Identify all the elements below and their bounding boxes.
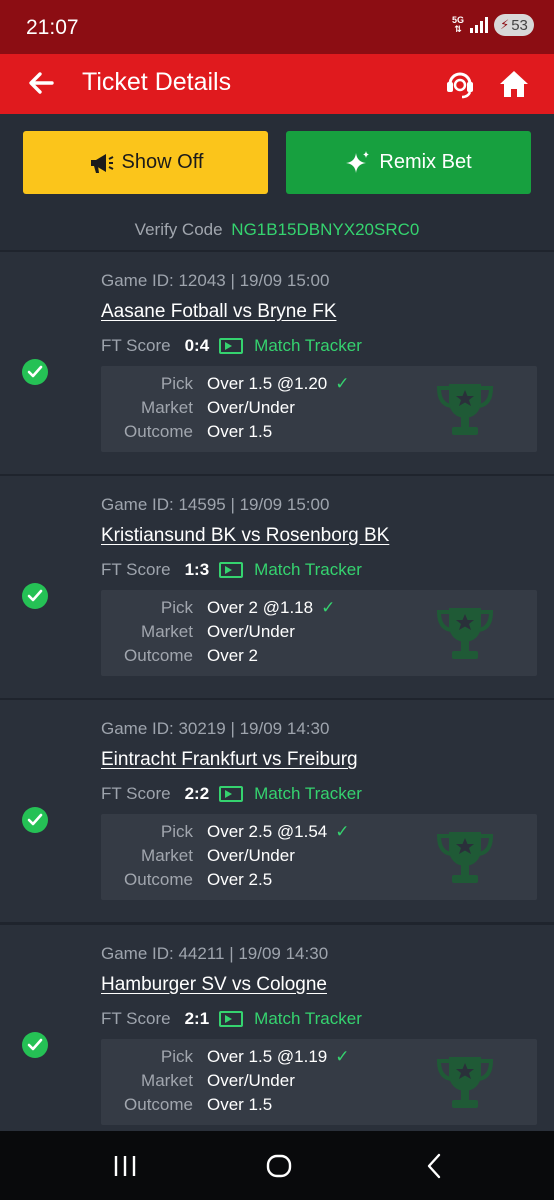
system-nav-bar [0,1131,554,1200]
outcome-label: Outcome [124,1095,193,1114]
recent-apps-icon[interactable] [110,1151,140,1181]
status-bar: 21:07 5G ⇅ ⚡ 53 [0,0,554,54]
market-label: Market [141,398,193,417]
ft-score-value: 2:2 [184,784,210,803]
outcome-value: Over 1.5 [207,422,273,441]
ft-score-value: 0:4 [184,336,210,355]
market-label: Market [141,846,193,865]
match-tracker-icon[interactable] [219,338,244,354]
match-tracker-icon[interactable] [219,562,244,578]
game-card: Game ID: 44211 | 19/09 14:30 Hamburger S… [0,925,554,1131]
score-row: FT Score 2:1 Match Tracker [101,1009,362,1029]
match-tracker-icon[interactable] [219,786,244,802]
match-tracker-link[interactable]: Match Tracker [254,336,362,356]
score-row: FT Score 1:3 Match Tracker [101,560,362,580]
outcome-label: Outcome [124,646,193,665]
match-tracker-link[interactable]: Match Tracker [254,560,362,580]
remix-bet-label: Remix Bet [379,151,472,173]
game-card: Game ID: 30219 | 19/09 14:30 Eintracht F… [0,700,554,922]
trophy-icon [436,1057,494,1108]
match-link[interactable]: Kristiansund BK vs Rosenborg BK [101,525,389,547]
pick-check-icon: ✓ [321,598,336,617]
match-tracker-icon[interactable] [219,1011,244,1027]
app-bar: Ticket Details [0,54,554,114]
market-value: Over/Under [207,622,295,641]
won-check-icon [22,359,48,385]
won-check-icon [22,583,48,609]
game-meta: Game ID: 44211 | 19/09 14:30 [101,944,329,963]
market-label: Market [141,1071,193,1090]
outcome-value: Over 2.5 [207,870,273,889]
status-time: 21:07 [26,16,79,39]
pick-value: Over 2 @1.18 [207,598,314,617]
verify-code-label: Verify Code [134,220,223,239]
ft-score-label: FT Score [101,560,171,579]
ft-score-label: FT Score [101,1009,171,1028]
pick-label: Pick [160,598,193,617]
sparkle-icon [346,150,370,173]
show-off-label: Show Off [121,151,204,173]
show-off-button[interactable]: Show Off [23,131,268,194]
won-check-icon [22,807,48,833]
pick-details: Pick Over 2.5 @1.54 ✓ Market Over/Under Out… [101,814,537,900]
match-link[interactable]: Aasane Fotball vs Bryne FK [101,301,337,323]
status-icons: 5G ⇅ ⚡ 53 [452,14,534,36]
pick-value: Over 1.5 @1.20 [207,374,328,393]
remix-bet-button[interactable]: Remix Bet [286,131,531,194]
match-link[interactable]: Eintracht Frankfurt vs Freiburg [101,749,358,771]
network-icon: 5G ⇅ [451,15,464,34]
outcome-label: Outcome [124,422,193,441]
verify-code-value[interactable]: NG1B15DBNYX20SRC0 [231,220,419,239]
pick-label: Pick [160,822,193,841]
score-row: FT Score 0:4 Match Tracker [101,336,362,356]
trophy-icon [436,608,494,659]
game-card: Game ID: 14595 | 19/09 15:00 Kristiansun… [0,476,554,698]
customer-support-icon[interactable] [442,66,478,102]
battery-icon: ⚡ 53 [494,14,534,36]
back-arrow-icon[interactable] [26,68,56,98]
market-value: Over/Under [207,398,295,417]
battery-level: 53 [511,16,528,34]
pick-check-icon: ✓ [335,374,350,393]
ft-score-value: 2:1 [184,1009,210,1028]
page-title: Ticket Details [82,68,232,96]
pick-details: Pick Over 2 @1.18 ✓ Market Over/Under Outco… [101,590,537,676]
pick-label: Pick [160,1047,193,1066]
match-tracker-link[interactable]: Match Tracker [254,784,362,804]
pick-details: Pick Over 1.5 @1.20 ✓ Market Over/Under Out… [101,366,537,452]
outcome-value: Over 1.5 [207,1095,273,1114]
pick-value: Over 2.5 @1.54 [207,822,328,841]
pick-label: Pick [160,374,193,393]
ft-score-label: FT Score [101,784,171,803]
home-nav-icon[interactable] [264,1151,294,1181]
game-card: Game ID: 12043 | 19/09 15:00 Aasane Fotb… [0,252,554,474]
ft-score-label: FT Score [101,336,171,355]
outcome-value: Over 2 [207,646,259,665]
game-meta: Game ID: 30219 | 19/09 14:30 [101,719,330,738]
outcome-label: Outcome [124,870,193,889]
game-meta: Game ID: 12043 | 19/09 15:00 [101,271,330,290]
market-label: Market [141,622,193,641]
megaphone-icon [90,153,113,173]
won-check-icon [22,1032,48,1058]
market-value: Over/Under [207,1071,295,1090]
score-row: FT Score 2:2 Match Tracker [101,784,362,804]
pick-check-icon: ✓ [335,822,350,841]
action-bar: Show Off Remix Bet [0,114,554,212]
home-icon[interactable] [496,66,532,102]
match-link[interactable]: Hamburger SV vs Cologne [101,974,327,996]
match-tracker-link[interactable]: Match Tracker [254,1009,362,1029]
pick-check-icon: ✓ [335,1047,350,1066]
market-value: Over/Under [207,846,295,865]
pick-details: Pick Over 1.5 @1.19 ✓ Market Over/Under Out… [101,1039,537,1125]
verify-code-row: Verify Code NG1B15DBNYX20SRC0 [0,212,554,250]
signal-icon [470,17,488,33]
ft-score-value: 1:3 [184,560,210,579]
game-meta: Game ID: 14595 | 19/09 15:00 [101,495,330,514]
back-nav-icon[interactable] [420,1151,450,1181]
pick-value: Over 1.5 @1.19 [207,1047,328,1066]
trophy-icon [436,832,494,883]
trophy-icon [436,384,494,435]
